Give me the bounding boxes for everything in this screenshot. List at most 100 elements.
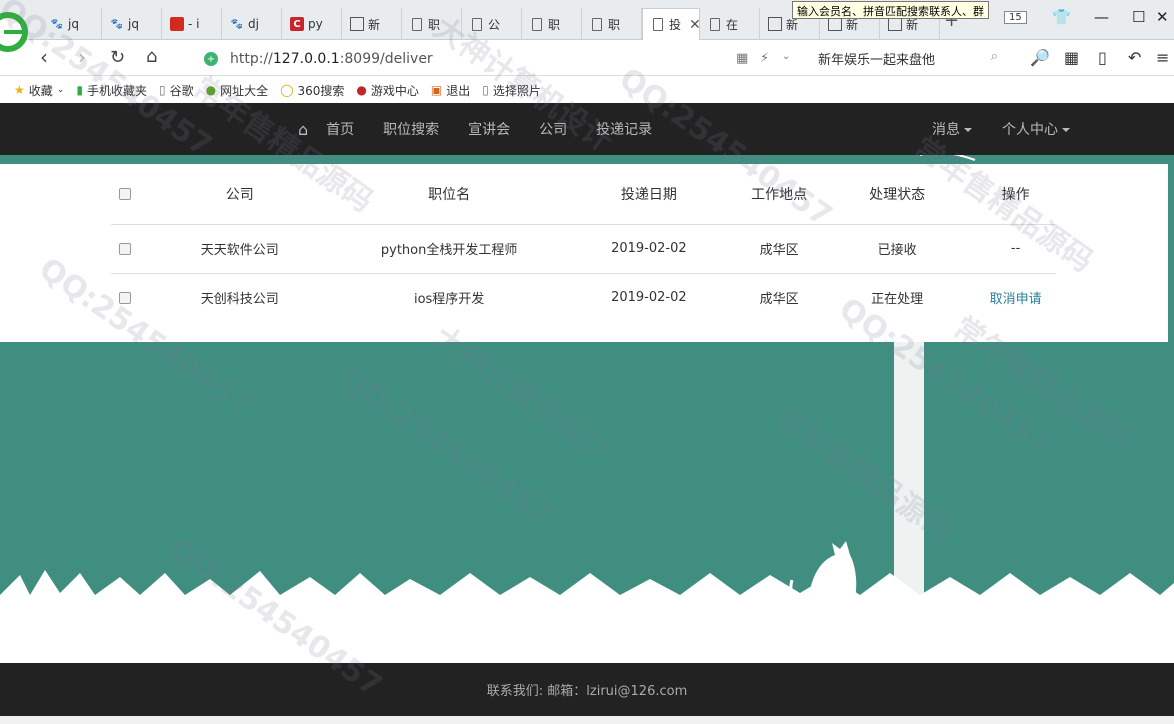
tablet-icon[interactable]: ▯ [1098, 48, 1107, 67]
nav-company[interactable]: 公司 [539, 119, 567, 139]
bookmark-item[interactable]: ▣ 退出 [431, 82, 470, 99]
paw-icon: 🐾 [230, 18, 244, 30]
grid-icon [888, 17, 902, 31]
browser-tab[interactable]: 在 [700, 8, 760, 40]
nav-delivery-records[interactable]: 投递记录 [596, 119, 652, 139]
column-header: 公司 [139, 164, 340, 225]
doc-icon [592, 17, 602, 31]
bookmark-item[interactable]: ▮ 手机收藏夹 [76, 82, 147, 99]
position-cell: python全栈开发工程师 [339, 224, 559, 274]
browser-tab[interactable]: 职 [582, 8, 642, 40]
browser-tab[interactable]: 🐾 jq [102, 8, 162, 40]
profile-dropdown[interactable]: 个人中心 [1002, 119, 1070, 139]
status-cell: 已接收 [818, 224, 976, 274]
doc-icon [412, 17, 422, 31]
column-header: 处理状态 [818, 164, 976, 225]
apps-icon[interactable]: ▦ [1064, 48, 1079, 67]
company-cell: 天创科技公司 [200, 292, 279, 308]
position-cell: ios程序开发 [413, 292, 485, 308]
home-icon[interactable]: ⌂ [146, 46, 157, 67]
bookmark-item[interactable]: ★ 收藏 ⌄ [14, 82, 64, 99]
shield-icon: + [204, 52, 218, 66]
menu-icon[interactable]: ≡ [1156, 48, 1169, 67]
cancel-application-link[interactable]: 取消申请 [990, 292, 1042, 307]
table-row: 天天软件公司 python全栈开发工程师 2019-02-02 成华区 已接收 … [111, 224, 1056, 274]
game-icon: ● [356, 83, 367, 97]
row-checkbox[interactable] [119, 242, 132, 255]
bookmark-item[interactable]: ◯ 360搜索 [280, 82, 344, 99]
paw-icon: 🐾 [50, 18, 64, 30]
refresh-icon[interactable]: ↻ [110, 47, 125, 68]
tab-count-badge[interactable]: 15 [1004, 11, 1027, 24]
chevron-down-icon[interactable]: ⌄ [782, 51, 790, 62]
browser-tab[interactable]: 职 [402, 8, 462, 40]
browser-tab[interactable]: 🐾 dj [222, 8, 282, 40]
browser-tab-strip: 🐾 jq 🐾 jq - i 🐾 dj Cpy 新 职 公 职 职 投 ✕ 在 新 新 新… [0, 0, 1174, 52]
action-cell: 取消申请 [975, 273, 1056, 322]
browser-tab[interactable]: 新 [342, 8, 402, 40]
grid-icon [350, 17, 364, 31]
exit-icon: ▣ [430, 83, 443, 97]
company-cell: 天天软件公司 [139, 224, 340, 274]
search-icon[interactable]: ⌕ [991, 49, 998, 64]
browser-tab-active[interactable]: 投 ✕ [642, 8, 700, 40]
location-cell: 成华区 [759, 292, 799, 308]
c-icon: C [290, 17, 304, 31]
browser-tab[interactable]: 🐾 jq [42, 8, 102, 40]
browser-tab[interactable]: 公 [462, 8, 522, 40]
phone-icon: ▮ [76, 83, 83, 97]
address-bar: ‹ › ↻ ⌂ + http://127.0.0.1:8099/deliver … [0, 40, 1174, 76]
back-icon[interactable]: ‹ [40, 45, 48, 69]
doc-icon [710, 17, 720, 31]
select-all-cell [111, 164, 140, 225]
date-cell: 2019-02-02 [611, 290, 687, 306]
site-footer: 联系我们: 邮箱：lzirui@126.com [0, 663, 1174, 716]
minimize-icon[interactable]: — [1094, 8, 1109, 26]
browser-tab[interactable]: Cpy [282, 8, 342, 40]
browser-tab[interactable]: 职 [522, 8, 582, 40]
messages-dropdown[interactable]: 消息 [932, 119, 972, 139]
status-cell: 正在处理 [871, 292, 924, 308]
select-all-checkbox[interactable] [119, 187, 132, 200]
lightning-icon[interactable]: ⚡ [760, 51, 769, 66]
bookmark-item[interactable]: ● 网址大全 [206, 82, 269, 99]
home-icon[interactable]: ⌂ [298, 120, 308, 139]
browser-status-bar [0, 716, 1174, 724]
row-select-cell [111, 273, 140, 322]
bookmark-item[interactable]: ▯ 选择照片 [482, 82, 541, 99]
doc-icon [472, 17, 482, 31]
column-header: 职位名 [339, 164, 559, 225]
shirt-icon[interactable]: 👕 [1052, 8, 1071, 26]
delivery-records-panel: 公司 职位名 投递日期 工作地点 处理状态 操作 天天软件公司 python全栈… [0, 164, 1168, 342]
url-field[interactable]: + http://127.0.0.1:8099/deliver [200, 48, 790, 70]
nav-seminar[interactable]: 宣讲会 [468, 119, 510, 139]
footer-contact: 联系我们: 邮箱：lzirui@126.com [486, 684, 688, 699]
caret-down-icon [1062, 128, 1070, 132]
doc-icon [532, 17, 542, 31]
grid-icon [828, 17, 842, 31]
forward-icon[interactable]: › [78, 45, 86, 69]
bookmark-item[interactable]: ▯ 谷歌 [159, 82, 194, 99]
magnifier-icon[interactable]: 🔎 [1030, 48, 1050, 67]
browser-tab[interactable]: - i [162, 8, 222, 40]
column-header: 操作 [975, 164, 1056, 225]
nav-home[interactable]: 首页 [326, 119, 354, 139]
row-checkbox[interactable] [119, 291, 132, 304]
search-input[interactable]: 新年娱乐一起来盘他 ⌕ [808, 46, 1004, 70]
bookmarks-bar: ★ 收藏 ⌄ ▮ 手机收藏夹 ▯ 谷歌 ● 网址大全 ◯ 360搜索 ● 游戏中心 ▣ 退出 ▯… [0, 77, 1174, 103]
undo-icon[interactable]: ↶ [1128, 48, 1141, 67]
close-icon[interactable]: ✕ [689, 17, 699, 33]
row-select-cell [111, 224, 140, 274]
paw-icon: 🐾 [110, 18, 124, 30]
qr-icon[interactable]: ▦ [736, 51, 748, 66]
bookmark-item[interactable]: ● 游戏中心 [356, 82, 419, 99]
nav-job-search[interactable]: 职位搜索 [383, 119, 439, 139]
doc-icon [653, 18, 663, 31]
column-header: 投递日期 [558, 164, 740, 225]
globe-icon: ● [205, 83, 217, 97]
grid-icon [768, 17, 782, 31]
doc-icon: ▯ [482, 83, 489, 97]
close-window-icon[interactable]: ✕ [1156, 8, 1169, 26]
star-icon: ★ [14, 83, 25, 97]
maximize-icon[interactable]: ☐ [1132, 8, 1145, 26]
